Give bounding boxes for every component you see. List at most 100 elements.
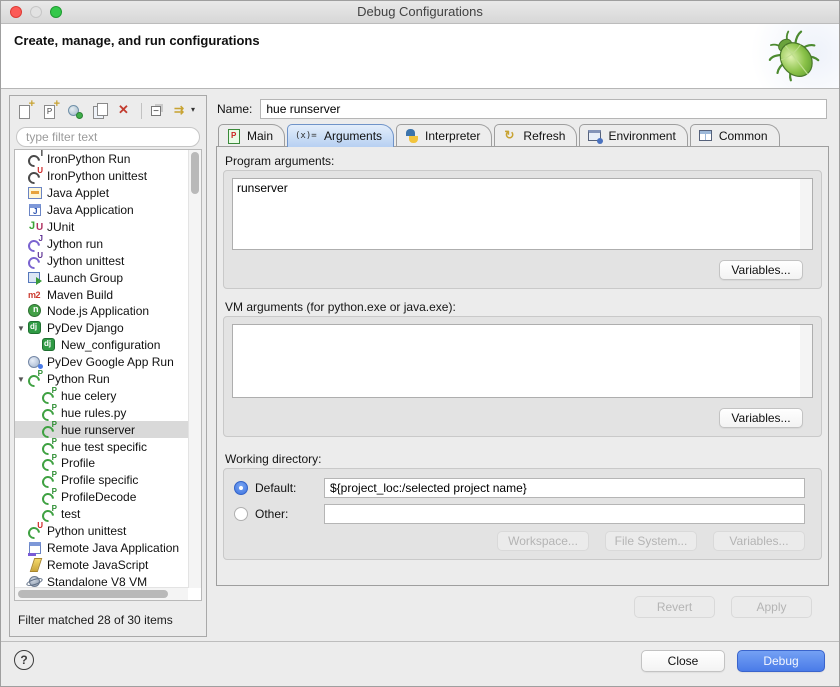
other-directory-input[interactable] [324, 504, 805, 524]
tree-item-hue-test-specific[interactable]: hue test specific [15, 438, 188, 455]
program-arguments-textarea[interactable]: runserver [232, 178, 813, 250]
tree-item-launch-group[interactable]: Launch Group [15, 269, 188, 286]
tree-item-ironpython-unittest[interactable]: IronPython unittest [15, 168, 188, 185]
vm-arguments-textarea[interactable] [232, 324, 813, 398]
close-window-icon[interactable] [10, 6, 22, 18]
default-radio[interactable] [234, 481, 248, 495]
arguments-tab-icon [295, 128, 319, 144]
java-applet-icon [27, 185, 43, 201]
tree-item-label: JUnit [47, 220, 74, 234]
pydev-django-icon [41, 337, 57, 353]
vm-arguments-variables-button[interactable]: Variables... [719, 408, 803, 428]
tree-item-pydev-django[interactable]: ▼ PyDev Django [15, 320, 188, 337]
expand-arrow-icon[interactable]: ▼ [15, 324, 27, 333]
duplicate-launch-configuration-button[interactable] [91, 102, 109, 120]
tree-item-jython-unittest[interactable]: Jython unittest [15, 252, 188, 269]
tree-vertical-scrollbar[interactable] [188, 150, 201, 588]
debug-button[interactable]: Debug [737, 650, 825, 672]
new-launch-configuration-button[interactable] [16, 102, 34, 120]
tree-item-profiledecode[interactable]: ProfileDecode [15, 489, 188, 506]
launch-group-icon [27, 270, 43, 286]
tree-item-label: Python unittest [47, 524, 126, 538]
tree-item-label: PyDev Django [47, 321, 124, 335]
working-directory-buttons: Workspace... File System... Variables... [497, 531, 805, 551]
debug-configurations-dialog: Debug Configurations Create, manage, and… [0, 0, 840, 687]
tab-label: Environment [608, 129, 675, 143]
tree-item-label: test [61, 507, 80, 521]
tab-refresh[interactable]: Refresh [494, 124, 577, 146]
button-workspace[interactable]: Workspace... [497, 531, 589, 551]
tab-interpreter[interactable]: Interpreter [396, 124, 492, 146]
tree-item-java-application[interactable]: Java Application [15, 202, 188, 219]
filter-input[interactable] [16, 127, 200, 147]
tab-main[interactable]: Main [218, 124, 285, 146]
tree-item-hue-celery[interactable]: hue celery [15, 387, 188, 404]
tree-item-label: Java Applet [47, 186, 109, 200]
tree-vertical-scrollbar-thumb[interactable] [191, 152, 199, 194]
tree-item-remote-java-application[interactable]: Remote Java Application [15, 539, 188, 556]
collapse-all-button[interactable] [149, 102, 167, 120]
tree-item-label: IronPython unittest [47, 169, 147, 183]
vm-arguments-label: VM arguments (for python.exe or java.exe… [225, 300, 456, 314]
tab-label: Main [247, 129, 273, 143]
tree-item-label: Remote JavaScript [47, 558, 148, 572]
name-input[interactable] [260, 99, 827, 119]
tab-environment[interactable]: Environment [579, 124, 687, 146]
tree-item-maven-build[interactable]: Maven Build [15, 286, 188, 303]
default-directory-input[interactable] [324, 478, 805, 498]
filter-launch-configurations-button[interactable] [174, 102, 192, 120]
window-title: Debug Configurations [1, 1, 839, 23]
tree-item-remote-javascript[interactable]: Remote JavaScript [15, 556, 188, 573]
minimize-window-icon[interactable] [30, 6, 42, 18]
refresh-tab-icon [502, 128, 518, 144]
vm-arguments-group: Variables... [223, 316, 822, 437]
tree-item-java-applet[interactable]: Java Applet [15, 185, 188, 202]
python-run-icon [41, 506, 57, 522]
dialog-header: Create, manage, and run configurations [1, 24, 839, 89]
sidebar-toolbar [10, 96, 206, 124]
new-configuration-prototype-button[interactable] [41, 102, 59, 120]
java-application-icon [27, 202, 43, 218]
configurations-tree: IronPython Run IronPython unittest Java … [14, 149, 202, 601]
export-launch-configurations-button[interactable] [66, 102, 84, 120]
tree-item-profile-specific[interactable]: Profile specific [15, 472, 188, 489]
tree-item-python-unittest[interactable]: Python unittest [15, 523, 188, 540]
button-variables[interactable]: Variables... [713, 531, 805, 551]
tree-horizontal-scrollbar[interactable] [15, 587, 188, 600]
tree-item-hue-runserver[interactable]: hue runserver [15, 421, 188, 438]
configuration-tabs: Main Arguments Interpreter Refresh Envir… [218, 123, 829, 146]
tab-arguments[interactable]: Arguments [287, 124, 394, 147]
environment-tab-icon [587, 128, 603, 144]
program-arguments-variables-button[interactable]: Variables... [719, 260, 803, 280]
program-arguments-group: runserver Variables... [223, 170, 822, 289]
other-radio[interactable] [234, 507, 248, 521]
tree-item-python-run[interactable]: ▼ Python Run [15, 371, 188, 388]
revert-button[interactable]: Revert [634, 596, 715, 618]
ironpython-run-icon [27, 151, 43, 167]
tab-common[interactable]: Common [690, 124, 780, 146]
tree-item-label: PyDev Google App Run [47, 355, 174, 369]
tree-item-label: ProfileDecode [61, 490, 136, 504]
tree-item-hue-rules-py[interactable]: hue rules.py [15, 404, 188, 421]
interpreter-tab-icon [404, 128, 420, 144]
pydev-gae-icon [27, 354, 43, 370]
tree-item-node-js-application[interactable]: Node.js Application [15, 303, 188, 320]
tree-item-label: hue test specific [61, 440, 147, 454]
tree-horizontal-scrollbar-thumb[interactable] [18, 590, 168, 598]
tree-item-new-configuration[interactable]: New_configuration [15, 337, 188, 354]
common-tab-icon [698, 128, 714, 144]
tree-item-label: Python Run [47, 372, 110, 386]
toolbar-separator [141, 103, 142, 119]
tree-item-profile[interactable]: Profile [15, 455, 188, 472]
tree-item-label: Node.js Application [47, 304, 149, 318]
expand-arrow-icon[interactable]: ▼ [15, 375, 27, 384]
help-button[interactable]: ? [14, 650, 34, 670]
close-button[interactable]: Close [641, 650, 725, 672]
delete-launch-configuration-button[interactable] [116, 102, 134, 120]
tree-item-label: hue runserver [61, 423, 135, 437]
apply-button[interactable]: Apply [731, 596, 812, 618]
name-label: Name: [217, 102, 252, 116]
button-file-system[interactable]: File System... [605, 531, 697, 551]
main-tab-icon [226, 128, 242, 144]
zoom-window-icon[interactable] [50, 6, 62, 18]
